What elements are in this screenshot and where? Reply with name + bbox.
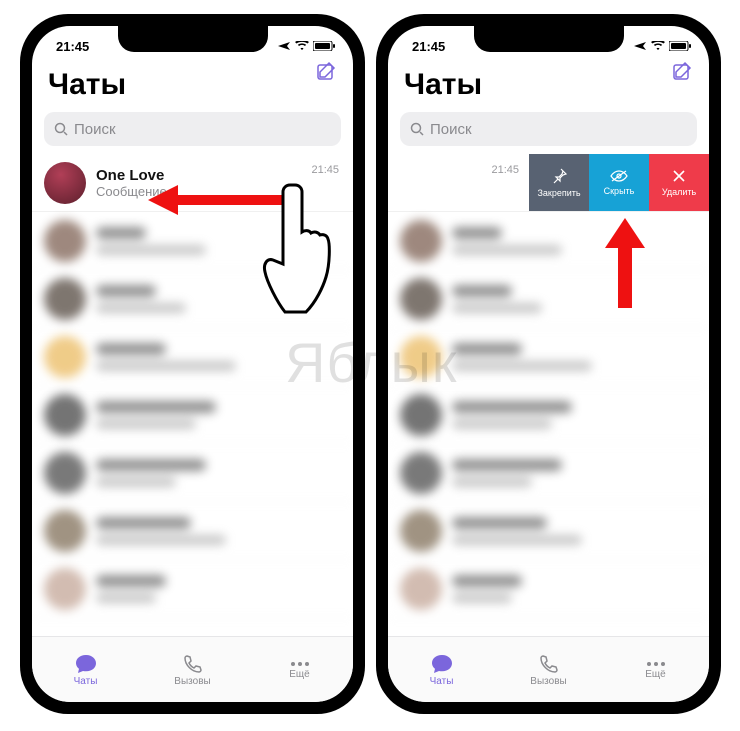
tab-label: Ещё bbox=[645, 669, 665, 680]
action-hide[interactable]: Скрыть bbox=[589, 154, 649, 211]
swipe-actions: Закрепить Скрыть Удалить bbox=[529, 154, 709, 211]
status-time: 21:45 bbox=[412, 39, 445, 54]
chat-row-blurred bbox=[388, 502, 709, 560]
chat-row[interactable]: One Love Сообщение 21:45 bbox=[32, 154, 353, 212]
tab-bar: Чаты Вызовы Ещё bbox=[32, 636, 353, 702]
avatar bbox=[44, 162, 86, 204]
status-time: 21:45 bbox=[56, 39, 89, 54]
chat-row-blurred bbox=[32, 212, 353, 270]
page-title: Чаты bbox=[48, 68, 126, 102]
chat-name: One Love bbox=[96, 167, 341, 184]
tab-more[interactable]: Ещё bbox=[246, 637, 353, 702]
action-label: Удалить bbox=[662, 187, 696, 197]
tab-chats[interactable]: Чаты bbox=[388, 637, 495, 702]
chat-row-swiped[interactable]: 21:45 Закрепить Скрыть Удалить bbox=[388, 154, 709, 212]
chat-row-blurred bbox=[388, 444, 709, 502]
tab-chats[interactable]: Чаты bbox=[32, 637, 139, 702]
chat-row-blurred bbox=[32, 270, 353, 328]
compose-button[interactable] bbox=[671, 60, 693, 87]
action-pin[interactable]: Закрепить bbox=[529, 154, 589, 211]
chat-row-blurred bbox=[32, 444, 353, 502]
search-placeholder: Поиск bbox=[430, 121, 472, 138]
compose-icon bbox=[671, 60, 693, 82]
compose-icon bbox=[315, 60, 337, 82]
tab-calls[interactable]: Вызовы bbox=[139, 637, 246, 702]
notch bbox=[118, 26, 268, 52]
tab-label: Ещё bbox=[289, 669, 309, 680]
search-icon bbox=[54, 122, 68, 136]
tab-label: Вызовы bbox=[530, 676, 566, 687]
eye-off-icon bbox=[610, 170, 628, 182]
notch bbox=[474, 26, 624, 52]
more-icon bbox=[289, 661, 311, 667]
more-icon bbox=[645, 661, 667, 667]
watermark: Яблык bbox=[285, 330, 457, 395]
action-label: Закрепить bbox=[537, 188, 580, 198]
tab-more[interactable]: Ещё bbox=[602, 637, 709, 702]
chat-row-blurred bbox=[32, 560, 353, 618]
page-title: Чаты bbox=[404, 68, 482, 102]
chat-row-blurred bbox=[32, 502, 353, 560]
close-icon bbox=[672, 169, 686, 183]
phone-icon bbox=[183, 654, 203, 674]
chat-time: 21:45 bbox=[491, 164, 519, 176]
chat-icon bbox=[431, 654, 453, 674]
wifi-icon bbox=[295, 41, 309, 51]
search-icon bbox=[410, 122, 424, 136]
chat-row-blurred bbox=[388, 560, 709, 618]
pin-icon bbox=[551, 168, 567, 184]
chat-preview: Сообщение bbox=[96, 184, 341, 199]
chat-row-blurred bbox=[388, 270, 709, 328]
search-input[interactable]: Поиск bbox=[44, 112, 341, 146]
action-label: Скрыть bbox=[604, 186, 635, 196]
chat-icon bbox=[75, 654, 97, 674]
chat-time: 21:45 bbox=[311, 164, 339, 176]
chat-row-blurred bbox=[388, 212, 709, 270]
action-delete[interactable]: Удалить bbox=[649, 154, 709, 211]
airplane-icon bbox=[633, 40, 647, 52]
phone-icon bbox=[539, 654, 559, 674]
tab-label: Вызовы bbox=[174, 676, 210, 687]
tab-bar: Чаты Вызовы Ещё bbox=[388, 636, 709, 702]
search-input[interactable]: Поиск bbox=[400, 112, 697, 146]
wifi-icon bbox=[651, 41, 665, 51]
battery-icon bbox=[669, 41, 691, 51]
compose-button[interactable] bbox=[315, 60, 337, 87]
battery-icon bbox=[313, 41, 335, 51]
airplane-icon bbox=[277, 40, 291, 52]
tab-label: Чаты bbox=[430, 676, 454, 687]
search-placeholder: Поиск bbox=[74, 121, 116, 138]
tab-label: Чаты bbox=[74, 676, 98, 687]
tab-calls[interactable]: Вызовы bbox=[495, 637, 602, 702]
